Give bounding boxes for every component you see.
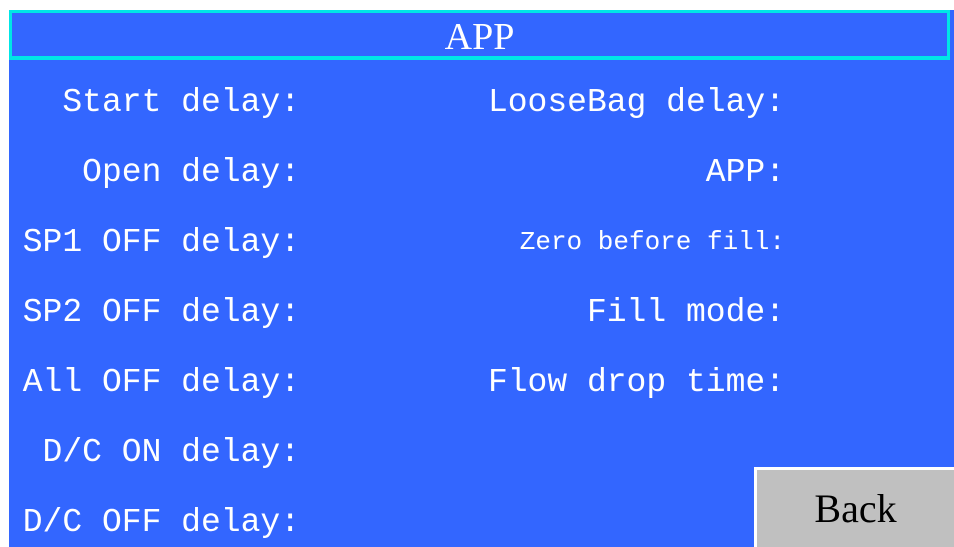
open-delay-label: Open delay: xyxy=(82,154,300,191)
sp1-off-delay-label: SP1 OFF delay: xyxy=(22,224,300,261)
screen: APP Start delay: Open delay: SP1 OFF del… xyxy=(0,0,954,547)
all-off-delay-label: All OFF delay: xyxy=(22,364,300,401)
sp2-off-delay-label: SP2 OFF delay: xyxy=(22,294,300,331)
zero-before-fill-label: Zero before fill: xyxy=(519,227,785,257)
page-title: APP xyxy=(444,15,515,58)
dc-off-delay-label: D/C OFF delay: xyxy=(22,504,300,541)
back-button[interactable]: Back xyxy=(754,467,954,547)
loosebag-delay-label: LooseBag delay: xyxy=(487,84,785,121)
dc-on-delay-label: D/C ON delay: xyxy=(42,434,300,471)
back-button-label: Back xyxy=(814,485,897,531)
start-delay-label: Start delay: xyxy=(62,84,300,121)
flow-drop-time-label: Flow drop time: xyxy=(487,364,785,401)
app-label: APP: xyxy=(705,154,785,191)
title-bar: APP xyxy=(9,10,950,60)
fill-mode-label: Fill mode: xyxy=(586,294,785,331)
